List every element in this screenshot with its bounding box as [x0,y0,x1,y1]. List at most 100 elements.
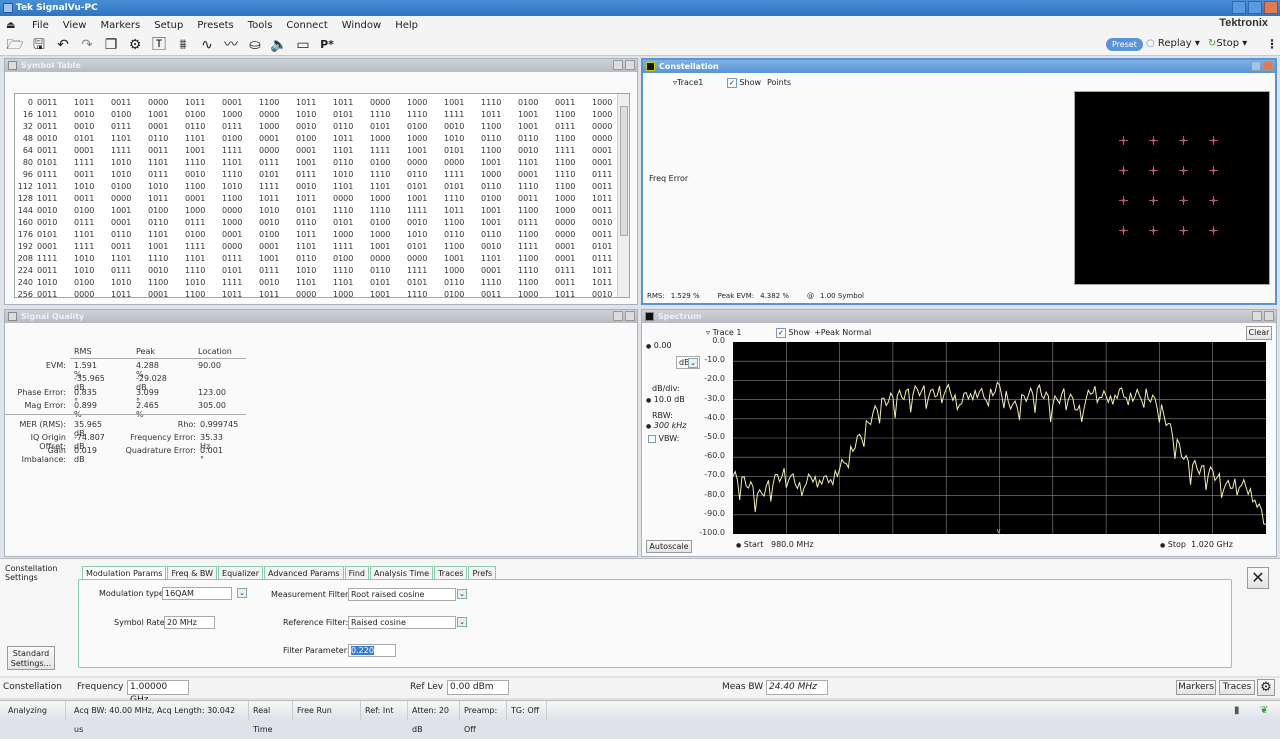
ref-level-input[interactable]: 0.00 dBm [447,680,509,695]
status-preamp[interactable]: Preamp: Off [460,701,507,734]
row-index: 192 [17,242,33,251]
rbw-control[interactable]: ● 300 kHz [646,421,686,430]
speaker-icon[interactable]: 🔈 [268,35,290,55]
status-real-time[interactable]: Real Time [249,701,293,734]
redo-icon[interactable]: ↷ [76,35,98,55]
show-checkbox[interactable]: ✓ Show [776,328,810,338]
symbol-cell: 0010 [74,122,95,131]
maximize-button[interactable] [1248,1,1262,14]
time-icon[interactable]: ∿ [196,35,218,55]
minimize-button[interactable] [1232,1,1246,14]
table-row: 144 0010 0100 1001 0100 1000 0000 1010 0101 1110 1… [15,205,629,217]
close-panel-button[interactable] [1263,61,1273,71]
pdf-report-icon[interactable]: P* [316,35,338,55]
menu-connect[interactable]: Connect [286,20,327,31]
close-panel-button[interactable] [1264,311,1274,321]
dbdiv-control[interactable]: ● 10.0 dB [646,395,685,404]
show-checkbox[interactable]: ✓ Show [727,78,761,88]
symbol-cell: 0110 [370,266,391,275]
satellite-dish-icon[interactable]: ⛀ [244,35,266,55]
chevron-down-icon[interactable]: ⌄ [237,588,247,598]
status-acquisition[interactable]: Acq BW: 40.00 MHz, Acq Length: 30.042 us [66,701,249,734]
constellation-point [1119,196,1128,205]
camera-icon[interactable]: ▭ [292,35,314,55]
status-tg[interactable]: TG: Off [507,701,547,720]
modulation-type-select[interactable]: 16QAM [162,587,232,600]
menu-tools[interactable]: Tools [248,20,273,31]
tab-analysis-time[interactable]: Analysis Time [369,566,434,579]
measurement-filter-select[interactable]: Root raised cosine [348,588,456,601]
symbol-rate-input[interactable]: 20 MHz [164,616,215,629]
menu-window[interactable]: Window [342,20,381,31]
close-panel-button[interactable] [625,311,635,321]
symbol-table-scrollbar[interactable] [617,94,629,297]
menu-setup[interactable]: Setup [154,20,183,31]
autoscale-button[interactable]: Autoscale [646,540,692,553]
ref-level-control[interactable]: ● 0.00 [646,341,672,350]
eject-icon[interactable]: ⏏ [6,20,22,31]
waveform-icon[interactable]: 〰 [220,35,242,55]
settings-gear-button[interactable]: ⚙ [1257,679,1275,696]
maximize-panel-button[interactable] [613,60,623,70]
frequency-input[interactable]: 1.00000 GHz [127,680,189,705]
tab-traces[interactable]: Traces [434,566,468,579]
tab-equalizer[interactable]: Equalizer [218,566,264,579]
menu-presets[interactable]: Presets [197,20,233,31]
menu-file[interactable]: File [32,20,49,31]
symbol-cell: 1101 [222,158,243,167]
close-window-button[interactable] [1264,1,1278,14]
status-ref[interactable]: Ref: Int [361,701,408,720]
traces-button[interactable]: Traces [1219,680,1255,695]
replay-button[interactable]: ○ Replay ▾ [1146,38,1200,49]
symbol-cell: 1000 [185,206,206,215]
symbol-cell: 1010 [111,278,132,287]
symbol-cell: 1010 [333,170,354,179]
maximize-panel-button[interactable] [613,311,623,321]
symbol-cell: 0110 [481,182,502,191]
stop-button[interactable]: ↻Stop ▾ [1208,38,1247,49]
trace-selector[interactable]: ▿Trace1 [673,78,703,87]
more-options-icon[interactable]: ⋮ [1266,37,1278,51]
tab-find[interactable]: Find [344,566,369,579]
status-trigger[interactable]: Free Run [293,701,361,720]
close-panel-button[interactable] [625,60,635,70]
constellation-plot[interactable] [1074,91,1270,285]
tab-freq-bw[interactable]: Freq & BW [167,566,218,579]
spectrum-display-icon[interactable]: ⩩ [172,35,194,55]
open-folder-icon[interactable]: 🗁 [4,35,26,55]
save-icon[interactable]: 🖫 [28,35,50,55]
undo-icon[interactable]: ↶ [52,35,74,55]
points-option[interactable]: Points [767,78,791,87]
tab-modulation-params[interactable]: Modulation Params [82,566,167,579]
status-atten[interactable]: Atten: 20 dB [408,701,460,734]
gear-icon[interactable]: ⚙ [124,35,146,55]
close-settings-button[interactable]: ✕ [1247,567,1269,589]
start-frequency[interactable]: ● Start 980.0 MHz [736,540,814,549]
menu-help[interactable]: Help [395,20,418,31]
vbw-checkbox[interactable]: VBW: [648,434,679,443]
filter-parameter-input[interactable]: 0.220 [348,644,396,657]
y-tick-label: -40.0 [704,412,725,422]
chevron-down-icon[interactable]: ⌄ [457,589,467,599]
scrollbar-thumb[interactable] [620,106,628,236]
tab-advanced-params[interactable]: Advanced Params [264,566,344,579]
tab-prefs[interactable]: Prefs [468,566,497,579]
spectrum-plot[interactable]: v [733,342,1266,534]
maximize-panel-button[interactable] [1252,311,1262,321]
menu-view[interactable]: View [63,20,87,31]
table-row: 240 1010 0100 1010 1100 1010 1111 0010 1101 1101 0… [15,277,629,289]
reference-filter-select[interactable]: Raised cosine [348,616,456,629]
chevron-down-icon[interactable]: ⌄ [457,617,467,627]
maximize-panel-button[interactable] [1251,61,1261,71]
detector-label[interactable]: +Peak Normal [814,328,871,337]
markers-button[interactable]: Markers [1176,680,1216,695]
meas-bw-input[interactable]: 24.40 MHz [766,680,828,695]
preset-button[interactable]: Preset [1106,38,1143,51]
table-row: 48 0010 0101 1101 0110 1101 0100 0001 0100 1011 10… [15,133,629,145]
menu-markers[interactable]: Markers [100,20,140,31]
trigger-icon[interactable]: 🅃 [148,35,170,55]
clear-button[interactable]: Clear [1246,326,1272,340]
windows-icon[interactable]: ❐ [100,35,122,55]
stop-frequency[interactable]: ● Stop 1.020 GHz [1160,540,1233,549]
standard-settings-button[interactable]: Standard Settings... [7,646,55,670]
